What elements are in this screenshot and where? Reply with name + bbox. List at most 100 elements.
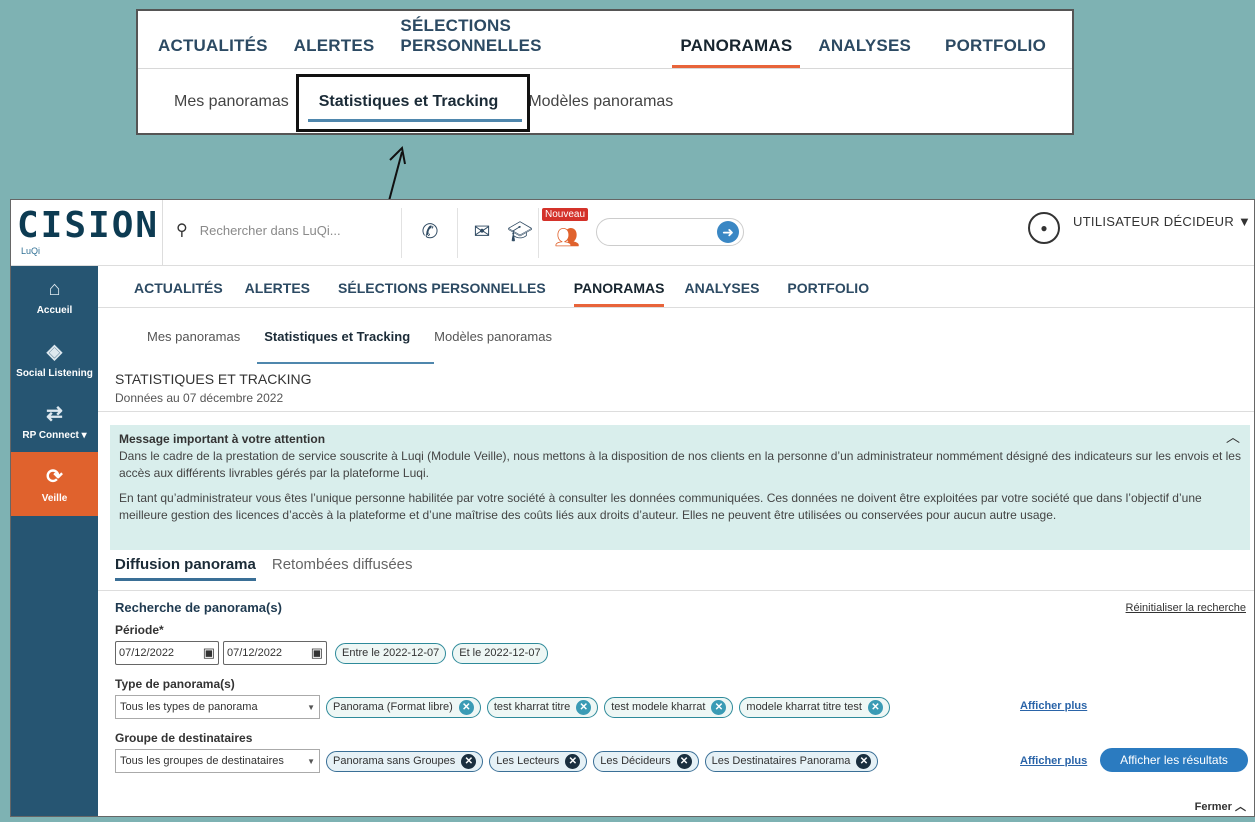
form-title: Recherche de panorama(s) <box>115 600 282 615</box>
zoom-tab-alertes[interactable]: ALERTES <box>294 36 375 68</box>
date-from-field[interactable]: 07/12/2022 ▣ <box>115 641 219 665</box>
cision-logo[interactable]: CISION LuQi <box>17 206 157 262</box>
toolbar-divider <box>538 208 539 258</box>
close-panel-button[interactable]: Fermer ︿ <box>1195 798 1246 814</box>
tab-alertes[interactable]: ALERTES <box>245 280 310 307</box>
type-row: Tous les types de panorama ▼ Panorama (F… <box>115 694 1254 720</box>
search-bar[interactable]: ⚲ Rechercher dans LuQi... <box>176 220 341 240</box>
sidebar-item-social-listening[interactable]: ◈ Social Listening <box>11 328 98 390</box>
search-icon: ⚲ <box>176 222 188 239</box>
date-to-value: 07/12/2022 <box>227 647 283 659</box>
divider <box>98 590 1254 591</box>
logo-subtext: LuQi <box>21 246 41 256</box>
show-results-button[interactable]: Afficher les résultats <box>1100 748 1248 772</box>
remove-chip-icon[interactable]: ✕ <box>856 753 872 769</box>
subtab-active-underline <box>257 362 434 364</box>
period-chip: Entre le 2022-12-07 <box>335 642 447 664</box>
chip-label: Les Destinataires Panorama <box>711 755 851 767</box>
show-more-groups-link[interactable]: Afficher plus <box>1020 755 1087 767</box>
social-listening-icon: ◈ <box>46 341 63 363</box>
user-avatar-icon[interactable]: ● <box>1028 212 1060 244</box>
remove-chip-icon[interactable]: ✕ <box>867 699 883 715</box>
type-chip: modele kharrat titre test ✕ <box>739 696 890 718</box>
chip-label: Les Lecteurs <box>496 755 560 767</box>
toolbar-divider <box>401 208 402 258</box>
main-nav: ACTUALITÉS ALERTES SÉLECTIONS PERSONNELL… <box>98 266 1254 308</box>
sidebar-item-rp-connect[interactable]: ⇄ RP Connect ▾ <box>11 390 98 452</box>
new-badge: Nouveau <box>542 208 589 221</box>
diffusion-tabs: Diffusion panorama Retombées diffusées <box>115 556 429 581</box>
remove-chip-icon[interactable]: ✕ <box>576 699 592 715</box>
sidebar-item-label: Veille <box>41 493 68 504</box>
subtab-modeles[interactable]: Modèles panoramas <box>434 329 552 344</box>
tab-panoramas[interactable]: PANORAMAS <box>573 280 665 307</box>
graduation-cap-icon[interactable]: 🎓︎ <box>505 216 535 246</box>
search-input[interactable]: Rechercher dans LuQi... <box>200 223 341 238</box>
remove-chip-icon[interactable]: ✕ <box>676 753 692 769</box>
remove-chip-icon[interactable]: ✕ <box>565 753 581 769</box>
zoom-highlight-box <box>296 74 530 132</box>
page-title: STATISTIQUES ET TRACKING <box>115 371 312 387</box>
arrow-right-icon[interactable]: ➜ <box>717 221 739 243</box>
group-chip: Les Décideurs ✕ <box>593 750 699 772</box>
zoom-tab-panoramas[interactable]: PANORAMAS <box>672 36 801 68</box>
user-menu[interactable]: UTILISATEUR DÉCIDEUR ▼ <box>1073 214 1251 229</box>
sidebar-item-label: RP Connect ▾ <box>22 430 87 441</box>
chevron-up-icon[interactable]: ︿ <box>1226 429 1240 446</box>
main-content: ACTUALITÉS ALERTES SÉLECTIONS PERSONNELL… <box>98 266 1254 816</box>
date-from-value: 07/12/2022 <box>119 647 175 659</box>
type-chip: test modele kharrat ✕ <box>604 696 734 718</box>
tab-selections[interactable]: SÉLECTIONS PERSONNELLES <box>338 280 546 307</box>
phone-icon[interactable]: ✆ <box>415 216 445 246</box>
chip-label: test modele kharrat <box>611 701 706 713</box>
mail-icon[interactable]: ✉ <box>467 216 497 246</box>
refresh-icon: ⟳ <box>46 466 63 488</box>
group-row: Tous les groupes de destinataires ▼ Pano… <box>115 748 1254 774</box>
calendar-icon[interactable]: ▣ <box>311 645 323 661</box>
remove-chip-icon[interactable]: ✕ <box>711 699 727 715</box>
notice-paragraph: En tant qu’administrateur vous êtes l’un… <box>119 491 1202 522</box>
zoom-tab-portfolio[interactable]: PORTFOLIO <box>945 36 1046 68</box>
remove-chip-icon[interactable]: ✕ <box>461 753 477 769</box>
tab-analyses[interactable]: ANALYSES <box>684 280 759 307</box>
reset-search-link[interactable]: Réinitialiser la recherche <box>1126 602 1246 614</box>
sub-nav: Mes panoramas Statistiques et Tracking M… <box>98 308 1254 364</box>
chip-label: modele kharrat titre test <box>746 701 862 713</box>
show-more-types-link[interactable]: Afficher plus <box>1020 700 1087 712</box>
sidebar-item-label: Accueil <box>36 305 73 316</box>
logo-divider <box>162 200 163 266</box>
zoom-subtab-modeles[interactable]: Modèles panoramas <box>528 93 673 111</box>
subtab-mes-panoramas[interactable]: Mes panoramas <box>147 329 240 344</box>
top-bar: CISION LuQi ⚲ Rechercher dans LuQi... ✆ … <box>11 200 1254 266</box>
zoom-sub-nav: Mes panoramas Statistiques et Tracking M… <box>138 69 1072 135</box>
remove-chip-icon[interactable]: ✕ <box>458 699 474 715</box>
rp-connect-icon: ⇄ <box>46 403 63 425</box>
zoom-tab-analyses[interactable]: ANALYSES <box>818 36 911 68</box>
sidebar-item-veille[interactable]: ⟳ Veille <box>11 452 98 516</box>
date-to-field[interactable]: 07/12/2022 ▣ <box>223 641 327 665</box>
tab-actualites[interactable]: ACTUALITÉS <box>134 280 223 307</box>
zoom-main-nav: ACTUALITÉS ALERTES SÉLECTIONS PERSONNELL… <box>138 11 1072 69</box>
calendar-icon[interactable]: ▣ <box>203 645 215 661</box>
home-icon: ⌂ <box>48 278 61 300</box>
zoom-subtab-mes-panoramas[interactable]: Mes panoramas <box>174 93 289 111</box>
users-icon[interactable]: 👥︎ <box>552 222 582 252</box>
type-select[interactable]: Tous les types de panorama ▼ <box>115 695 320 719</box>
zoom-tab-selections[interactable]: SÉLECTIONS PERSONNELLES <box>400 16 646 68</box>
zoom-callout: ACTUALITÉS ALERTES SÉLECTIONS PERSONNELL… <box>136 9 1074 135</box>
tab-retombees-diffusees[interactable]: Retombées diffusées <box>272 556 413 581</box>
subtab-statistiques[interactable]: Statistiques et Tracking <box>264 329 410 344</box>
period-label: Période* <box>115 623 164 637</box>
zoom-tab-actualites[interactable]: ACTUALITÉS <box>158 36 268 68</box>
period-chip: Et le 2022-12-07 <box>452 642 548 664</box>
group-select-value: Tous les groupes de destinataires <box>120 755 284 767</box>
group-select[interactable]: Tous les groupes de destinataires ▼ <box>115 749 320 773</box>
page-date: Données au 07 décembre 2022 <box>115 391 284 405</box>
chevron-down-icon: ▼ <box>307 756 315 766</box>
toolbar-divider <box>457 208 458 258</box>
sidebar-item-accueil[interactable]: ⌂ Accueil <box>11 266 98 328</box>
tab-portfolio[interactable]: PORTFOLIO <box>787 280 869 307</box>
chevron-down-icon: ▼ <box>307 702 315 712</box>
tab-diffusion-panorama[interactable]: Diffusion panorama <box>115 556 256 581</box>
type-label: Type de panorama(s) <box>115 677 235 691</box>
